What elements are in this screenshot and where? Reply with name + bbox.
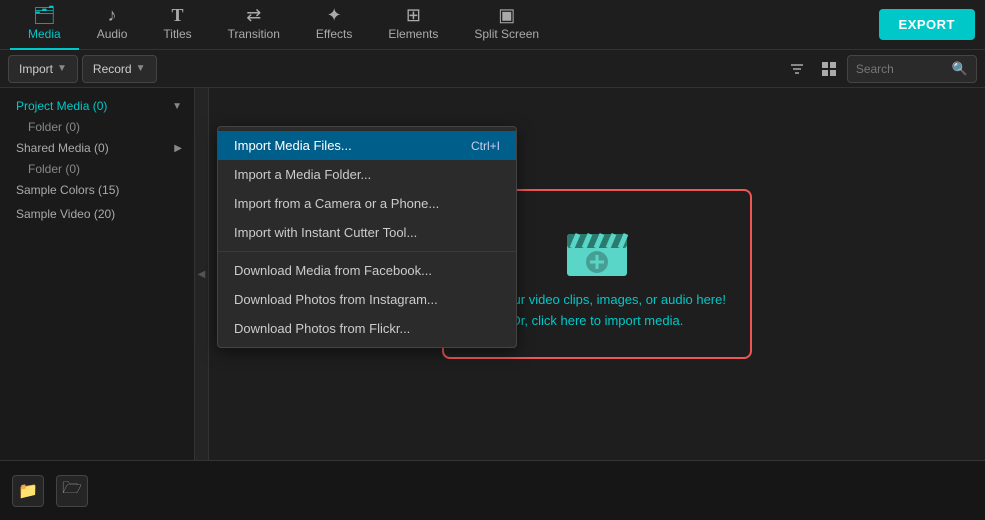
sidebar-folder-label: Folder (0) bbox=[28, 120, 80, 134]
nav-audio-label: Audio bbox=[97, 27, 128, 41]
export-button[interactable]: EXPORT bbox=[879, 9, 975, 40]
bottom-bar: 📁 🗁 bbox=[0, 460, 985, 520]
content-area: Import Media Files... Ctrl+I Import a Me… bbox=[209, 88, 985, 460]
effects-icon: ✦ bbox=[327, 6, 342, 24]
sidebar: Project Media (0) ▼ Folder (0) Shared Me… bbox=[0, 88, 195, 460]
new-folder-icon: 🗁 bbox=[62, 477, 82, 504]
sidebar-item-project-media[interactable]: Project Media (0) ▼ bbox=[0, 94, 194, 118]
menu-import-files-shortcut: Ctrl+I bbox=[471, 139, 500, 153]
menu-download-instagram-label: Download Photos from Instagram... bbox=[234, 292, 438, 307]
menu-import-folder[interactable]: Import a Media Folder... bbox=[218, 160, 516, 189]
sidebar-shared-folder-label: Folder (0) bbox=[28, 162, 80, 176]
menu-download-facebook[interactable]: Download Media from Facebook... bbox=[218, 256, 516, 285]
menu-import-files[interactable]: Import Media Files... Ctrl+I bbox=[218, 131, 516, 160]
record-arrow-icon: ▼ bbox=[136, 63, 146, 74]
menu-import-cutter[interactable]: Import with Instant Cutter Tool... bbox=[218, 218, 516, 247]
nav-media[interactable]: 🗂 Media bbox=[10, 0, 79, 50]
main-layout: Project Media (0) ▼ Folder (0) Shared Me… bbox=[0, 88, 985, 460]
elements-icon: ⊞ bbox=[406, 6, 421, 24]
menu-import-camera-label: Import from a Camera or a Phone... bbox=[234, 196, 439, 211]
collapse-handle[interactable]: ◀ bbox=[195, 88, 209, 460]
toolbar: Import ▼ Record ▼ 🔍 bbox=[0, 50, 985, 88]
new-folder-button[interactable]: 🗁 bbox=[56, 475, 88, 507]
sidebar-item-sample-video[interactable]: Sample Video (20) bbox=[0, 202, 194, 226]
import-label: Import bbox=[19, 62, 53, 76]
nav-transition-label: Transition bbox=[228, 27, 280, 41]
splitscreen-icon: ▣ bbox=[498, 6, 515, 24]
search-icon: 🔍 bbox=[952, 61, 968, 77]
nav-titles[interactable]: T Titles bbox=[145, 0, 209, 50]
sidebar-item-sample-colors[interactable]: Sample Colors (15) bbox=[0, 178, 194, 202]
menu-import-camera[interactable]: Import from a Camera or a Phone... bbox=[218, 189, 516, 218]
sidebar-item-shared-media[interactable]: Shared Media (0) ▶ bbox=[0, 136, 194, 160]
menu-import-cutter-label: Import with Instant Cutter Tool... bbox=[234, 225, 417, 240]
sidebar-shared-media-label: Shared Media (0) bbox=[16, 141, 109, 155]
import-arrow-icon: ▼ bbox=[57, 63, 67, 74]
nav-titles-label: Titles bbox=[163, 27, 191, 41]
search-input[interactable] bbox=[856, 62, 946, 76]
titles-icon: T bbox=[172, 6, 184, 24]
nav-audio[interactable]: ♪ Audio bbox=[79, 0, 146, 50]
menu-divider-1 bbox=[218, 251, 516, 252]
transition-icon: ⇄ bbox=[246, 6, 261, 24]
media-icon: 🗂 bbox=[33, 6, 56, 24]
nav-splitscreen[interactable]: ▣ Split Screen bbox=[456, 0, 557, 50]
menu-import-files-label: Import Media Files... bbox=[234, 138, 352, 153]
record-button[interactable]: Record ▼ bbox=[82, 55, 157, 83]
menu-download-instagram[interactable]: Download Photos from Instagram... bbox=[218, 285, 516, 314]
grid-view-icon[interactable] bbox=[815, 55, 843, 83]
collapse-icon: ◀ bbox=[198, 269, 206, 280]
import-button[interactable]: Import ▼ bbox=[8, 55, 78, 83]
nav-elements[interactable]: ⊞ Elements bbox=[370, 0, 456, 50]
clapperboard-icon bbox=[562, 216, 632, 280]
sidebar-sample-colors-label: Sample Colors (15) bbox=[16, 183, 119, 197]
nav-elements-label: Elements bbox=[388, 27, 438, 41]
nav-effects-label: Effects bbox=[316, 27, 352, 41]
import-dropdown-menu: Import Media Files... Ctrl+I Import a Me… bbox=[217, 126, 517, 348]
search-box[interactable]: 🔍 bbox=[847, 55, 977, 83]
nav-media-label: Media bbox=[28, 27, 61, 41]
nav-effects[interactable]: ✦ Effects bbox=[298, 0, 370, 50]
top-nav: 🗂 Media ♪ Audio T Titles ⇄ Transition ✦ … bbox=[0, 0, 985, 50]
menu-download-flickr-label: Download Photos from Flickr... bbox=[234, 321, 410, 336]
menu-download-facebook-label: Download Media from Facebook... bbox=[234, 263, 432, 278]
sidebar-project-media-label: Project Media (0) bbox=[16, 99, 107, 113]
shared-media-chevron-icon: ▶ bbox=[174, 143, 182, 154]
record-label: Record bbox=[93, 62, 132, 76]
add-folder-button[interactable]: 📁 bbox=[12, 475, 44, 507]
menu-download-flickr[interactable]: Download Photos from Flickr... bbox=[218, 314, 516, 343]
audio-icon: ♪ bbox=[108, 6, 117, 24]
sidebar-item-folder[interactable]: Folder (0) bbox=[0, 118, 194, 136]
filter-icon[interactable] bbox=[783, 55, 811, 83]
project-media-chevron-icon: ▼ bbox=[172, 101, 182, 112]
nav-splitscreen-label: Split Screen bbox=[474, 27, 539, 41]
nav-transition[interactable]: ⇄ Transition bbox=[210, 0, 298, 50]
add-folder-icon: 📁 bbox=[18, 481, 38, 501]
menu-import-folder-label: Import a Media Folder... bbox=[234, 167, 371, 182]
sidebar-item-shared-folder[interactable]: Folder (0) bbox=[0, 160, 194, 178]
sidebar-sample-video-label: Sample Video (20) bbox=[16, 207, 115, 221]
